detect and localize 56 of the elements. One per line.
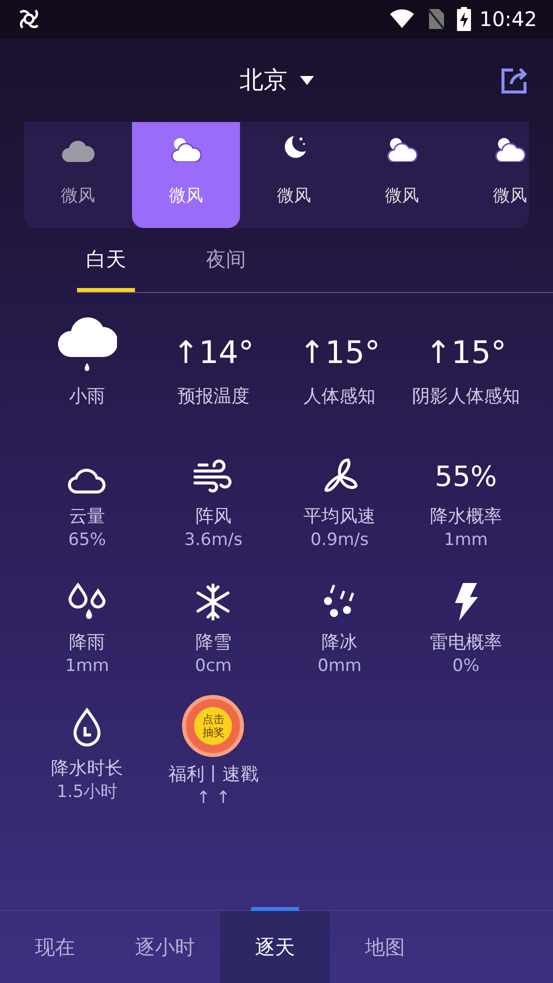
water-drops-icon (66, 581, 108, 621)
detail-label: 云量 (69, 505, 106, 529)
wifi-icon (389, 9, 416, 29)
detail-label: 雷电概率 (430, 631, 502, 655)
bottom-nav-tab[interactable]: 地图 (330, 911, 440, 983)
no-sim-icon (427, 8, 446, 30)
sun-cloud-icon (169, 136, 203, 162)
snowflake-icon (194, 583, 232, 621)
bottom-nav-tab[interactable]: 逐小时 (110, 911, 220, 983)
detail-label: 平均风速 (304, 505, 376, 529)
battery-charging-icon (457, 7, 472, 31)
detail-value: 0% (452, 655, 480, 677)
detail-label: 降雪 (195, 631, 232, 655)
hourly-item[interactable]: 微风 (348, 122, 456, 228)
detail-label: 人体感知 (304, 385, 376, 409)
detail-label: 小雨 (69, 385, 106, 409)
detail-value: 1.5小时 (56, 781, 118, 803)
sun-cloud-icon (493, 136, 527, 162)
detail-label: 降冰 (322, 631, 358, 655)
detail-label: 阵风 (195, 505, 232, 529)
share-icon[interactable] (499, 66, 529, 96)
hourly-item[interactable]: 微风 (24, 122, 132, 228)
hourly-item[interactable]: 微风 (456, 122, 529, 228)
detail-label: 降水概率 (430, 505, 502, 529)
temperature-value: ↑15° (425, 338, 506, 373)
detail-label: 降水时长 (51, 757, 124, 781)
clock-time: 10:42 (479, 6, 537, 33)
lottery-text: 点击抽奖 (194, 707, 232, 745)
cloud-icon (61, 138, 95, 162)
detail-label: 阴影人体感知 (412, 385, 520, 409)
detail-value: 1mm (444, 529, 488, 551)
detail-label: 预报温度 (177, 385, 250, 409)
detail-value: 0.9m/s (310, 529, 369, 551)
detail-value: ↑ ↑ (196, 787, 230, 809)
period-tab[interactable]: 夜间 (197, 242, 255, 292)
lottery-badge[interactable]: 点击抽奖 (182, 695, 244, 757)
wind-icon (193, 459, 234, 495)
temperature-value: ↑15° (299, 338, 380, 373)
drop-clock-icon (71, 707, 104, 747)
period-tab[interactable]: 白天 (77, 242, 135, 292)
detail-value: 0cm (195, 655, 232, 677)
detail-label: 降雨 (69, 631, 106, 655)
bottom-nav-tab[interactable]: 现在 (0, 911, 110, 983)
dropdown-caret-icon (300, 76, 314, 84)
hourly-item[interactable]: 微风 (240, 122, 348, 228)
city-selector[interactable]: 北京 (240, 62, 314, 98)
detail-value: 1mm (65, 655, 110, 677)
hourly-item[interactable]: 微风 (132, 122, 240, 228)
percentage-value: 55% (434, 463, 497, 495)
detail-label: 福利丨速戳 (168, 763, 258, 787)
lightning-icon (452, 583, 479, 621)
detail-value: 65% (68, 529, 106, 551)
temperature-value: ↑14° (172, 338, 254, 373)
detail-value: 3.6m/s (184, 529, 242, 551)
sun-cloud-icon (385, 136, 419, 162)
detail-value: 0mm (318, 655, 362, 677)
